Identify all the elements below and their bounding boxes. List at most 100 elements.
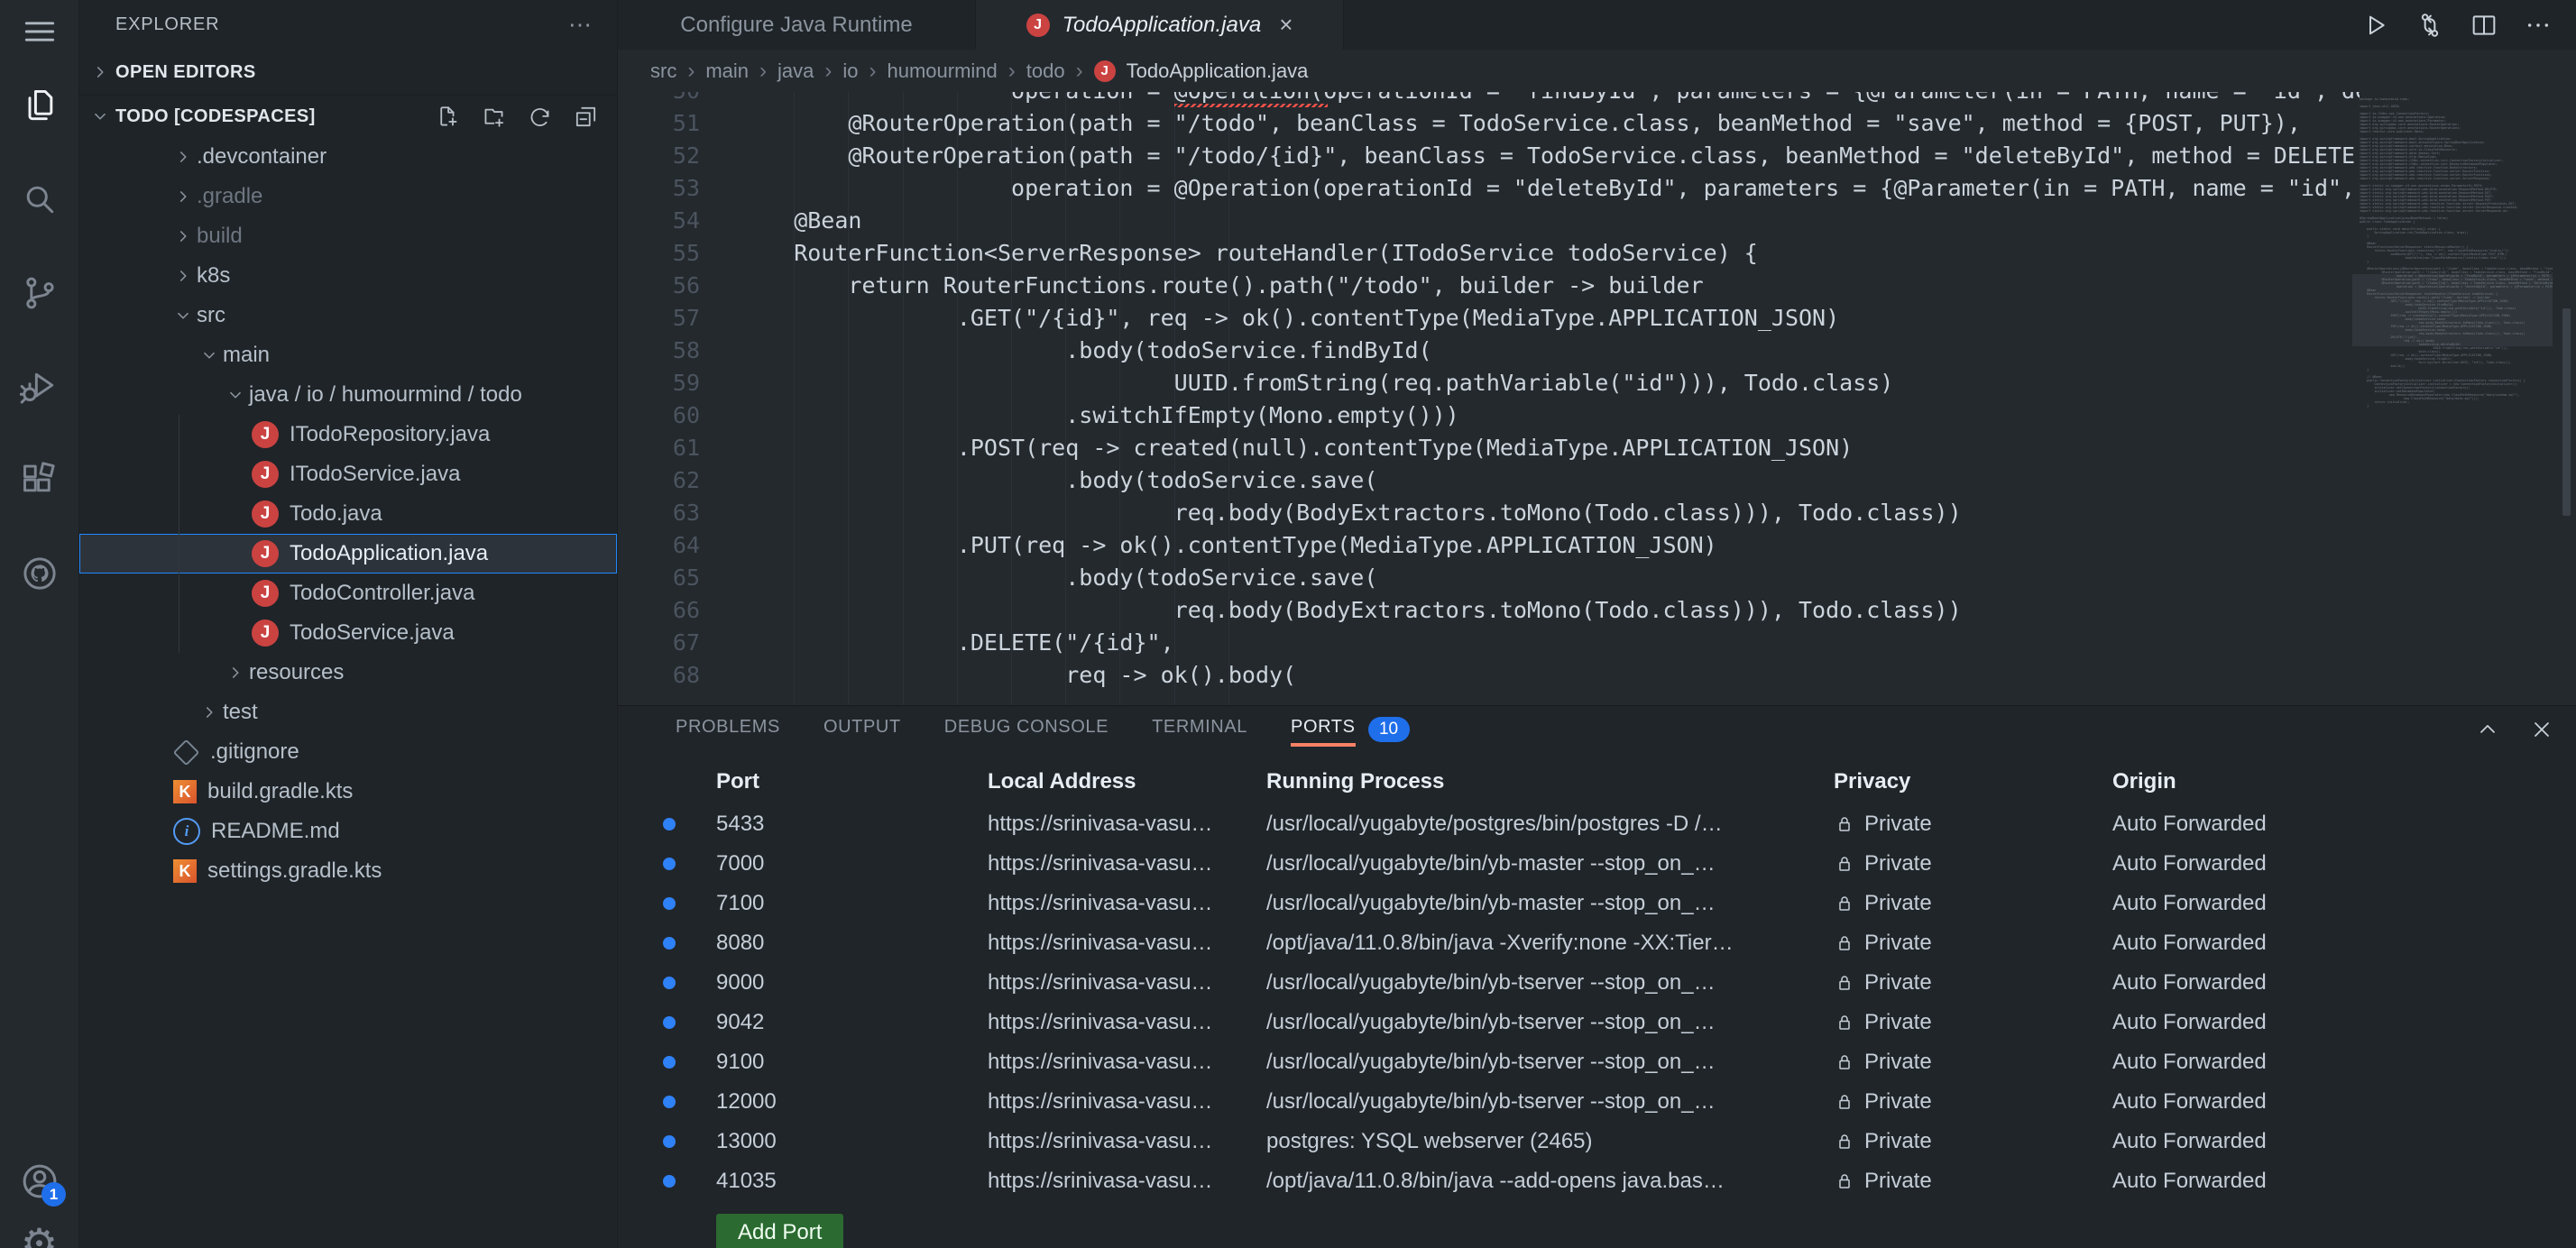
tree-item--gitignore[interactable]: .gitignore [79, 732, 617, 772]
panel-tab-bar: PROBLEMS OUTPUT DEBUG CONSOLE TERMINAL PORTS… [618, 706, 2576, 752]
local-address[interactable]: https://srinivasa-vasu… [988, 1089, 1266, 1115]
port-row-8080[interactable]: 8080 https://srinivasa-vasu…/opt/java/11.… [661, 923, 2576, 963]
port-row-5433[interactable]: 5433 https://srinivasa-vasu…/usr/local/yu… [661, 804, 2576, 844]
port-row-41035[interactable]: 41035 https://srinivasa-vasu…/opt/java/11… [661, 1161, 2576, 1201]
local-address[interactable]: https://srinivasa-vasu… [988, 851, 1266, 876]
close-tab-icon[interactable]: × [1279, 11, 1293, 39]
tab-todoapplication-java[interactable]: J TodoApplication.java × [976, 0, 1344, 50]
tree-item--gradle[interactable]: .gradle [79, 177, 617, 216]
lock-icon [1834, 1091, 1855, 1113]
split-editor-icon[interactable] [2470, 11, 2498, 40]
code-line-64: 64 .PUT(req -> ok().contentType(MediaTyp… [618, 529, 2360, 562]
port-row-9000[interactable]: 9000 https://srinivasa-vasu…/usr/local/yu… [661, 963, 2576, 1003]
breadcrumb-item[interactable]: src [650, 60, 676, 83]
search-icon[interactable] [0, 172, 78, 226]
more-actions-icon[interactable] [2524, 11, 2553, 40]
readme-info-icon: i [173, 818, 200, 845]
breadcrumb-item[interactable]: todo [1026, 60, 1065, 83]
new-file-icon[interactable] [435, 104, 461, 130]
breadcrumb-item[interactable]: humourmind [888, 60, 998, 83]
port-row-9042[interactable]: 9042 https://srinivasa-vasu…/usr/local/yu… [661, 1003, 2576, 1042]
breadcrumb-item[interactable]: io [842, 60, 858, 83]
origin: Auto Forwarded [2112, 931, 2267, 955]
code-text: req.body(BodyExtractors.toMono(Todo.clas… [740, 597, 1962, 623]
tree-item-k8s[interactable]: k8s [79, 256, 617, 296]
run-debug-icon[interactable] [0, 360, 78, 414]
sidebar-more-icon[interactable]: ⋯ [568, 11, 593, 39]
origin: Auto Forwarded [2112, 1169, 2267, 1193]
synchronize-changes-icon[interactable] [2415, 11, 2444, 40]
maximize-panel-icon[interactable] [2475, 717, 2500, 742]
line-number: 50 [618, 92, 700, 107]
port-row-7000[interactable]: 7000 https://srinivasa-vasu…/usr/local/yu… [661, 844, 2576, 884]
breadcrumb-item[interactable]: TodoApplication.java [1127, 60, 1309, 83]
run-icon[interactable] [2361, 11, 2390, 40]
editor-tab-bar: Configure Java Runtime J TodoApplication.j… [618, 0, 2576, 50]
line-number: 67 [672, 629, 700, 656]
tree-item-itodorepository-java[interactable]: J ITodoRepository.java [79, 415, 617, 454]
port-row-9100[interactable]: 9100 https://srinivasa-vasu…/usr/local/yu… [661, 1042, 2576, 1082]
tree-item-todoservice-java[interactable]: J TodoService.java [79, 613, 617, 653]
port-row-12000[interactable]: 12000 https://srinivasa-vasu…/usr/local/y… [661, 1082, 2576, 1122]
tree-item-label: Todo.java [290, 501, 382, 526]
port-number: 13000 [716, 1129, 777, 1153]
column-header-privacy: Privacy [1834, 769, 1911, 794]
breadcrumb-item[interactable]: java [777, 60, 814, 83]
github-icon[interactable] [0, 546, 78, 601]
port-row-7100[interactable]: 7100 https://srinivasa-vasu…/usr/local/yu… [661, 884, 2576, 923]
local-address[interactable]: https://srinivasa-vasu… [988, 812, 1266, 837]
refresh-icon[interactable] [527, 104, 553, 130]
open-editors-header[interactable]: OPEN EDITORS [79, 50, 617, 96]
new-folder-icon[interactable] [481, 104, 507, 130]
source-control-icon[interactable] [0, 266, 78, 320]
privacy-label: Private [1864, 812, 1932, 836]
tree-item-settings-gradle-kts[interactable]: Ksettings.gradle.kts [79, 851, 617, 891]
running-process: /usr/local/yugabyte/bin/yb-master --stop… [1266, 851, 1716, 876]
tree-item-resources[interactable]: resources [79, 653, 617, 693]
local-address[interactable]: https://srinivasa-vasu… [988, 1010, 1266, 1035]
port-row-13000[interactable]: 13000 https://srinivasa-vasu… postgres: YS… [661, 1122, 2576, 1161]
chevron-right-icon [199, 702, 219, 722]
tree-item--devcontainer[interactable]: .devcontainer [79, 137, 617, 177]
local-address[interactable]: https://srinivasa-vasu… [988, 891, 1266, 916]
local-address[interactable]: https://srinivasa-vasu… [988, 1169, 1266, 1194]
panel-tab-terminal[interactable]: TERMINAL [1152, 706, 1247, 752]
close-panel-icon[interactable] [2529, 717, 2554, 742]
tree-item-build-gradle-kts[interactable]: Kbuild.gradle.kts [79, 772, 617, 812]
tree-item-todocontroller-java[interactable]: J TodoController.java [79, 574, 617, 613]
editor-scrollbar[interactable] [2562, 308, 2571, 516]
tree-item-build[interactable]: build [79, 216, 617, 256]
menu-icon[interactable] [0, 5, 78, 59]
account-icon[interactable]: 1 [0, 1154, 78, 1208]
panel-tab-debug-console[interactable]: DEBUG CONSOLE [944, 706, 1109, 752]
panel-tab-output[interactable]: OUTPUT [823, 706, 901, 752]
settings-gear-icon[interactable]: ⚙ [0, 1223, 78, 1248]
breadcrumb-item[interactable]: main [705, 60, 749, 83]
tree-item-todo-java[interactable]: J Todo.java [79, 494, 617, 534]
collapse-all-icon[interactable] [573, 104, 599, 130]
tree-item-main[interactable]: main [79, 335, 617, 375]
minimap[interactable]: package io.humourmind.todo; import java.… [2352, 92, 2553, 705]
minimap-viewport[interactable] [2352, 274, 2553, 346]
local-address[interactable]: https://srinivasa-vasu… [988, 1129, 1266, 1154]
panel-tab-problems[interactable]: PROBLEMS [676, 706, 780, 752]
tree-item-todoapplication-java[interactable]: J TodoApplication.java [79, 534, 617, 574]
local-address[interactable]: https://srinivasa-vasu… [988, 970, 1266, 996]
tree-item-itodoservice-java[interactable]: J ITodoService.java [79, 454, 617, 494]
project-section-header[interactable]: TODO [CODESPACES] [79, 96, 617, 137]
local-address[interactable]: https://srinivasa-vasu… [988, 931, 1266, 956]
tree-item-readme-md[interactable]: i README.md [79, 812, 617, 851]
panel-tab-ports[interactable]: PORTS 10 [1291, 706, 1410, 752]
tree-item-java-io-humourmind-todo[interactable]: java / io / humourmind / todo [79, 375, 617, 415]
add-port-button[interactable]: Add Port [716, 1214, 844, 1248]
lock-icon [1834, 1170, 1855, 1192]
tree-item-test[interactable]: test [79, 693, 617, 732]
origin: Auto Forwarded [2112, 1129, 2267, 1153]
local-address[interactable]: https://srinivasa-vasu… [988, 1050, 1266, 1075]
extensions-icon[interactable] [0, 454, 78, 508]
origin: Auto Forwarded [2112, 1050, 2267, 1074]
tab-configure-java-runtime[interactable]: Configure Java Runtime [618, 0, 976, 50]
tree-item-src[interactable]: src [79, 296, 617, 335]
explorer-icon[interactable] [0, 78, 78, 133]
code-editor[interactable]: 50 operation = @Operation(operationId = … [618, 92, 2576, 705]
